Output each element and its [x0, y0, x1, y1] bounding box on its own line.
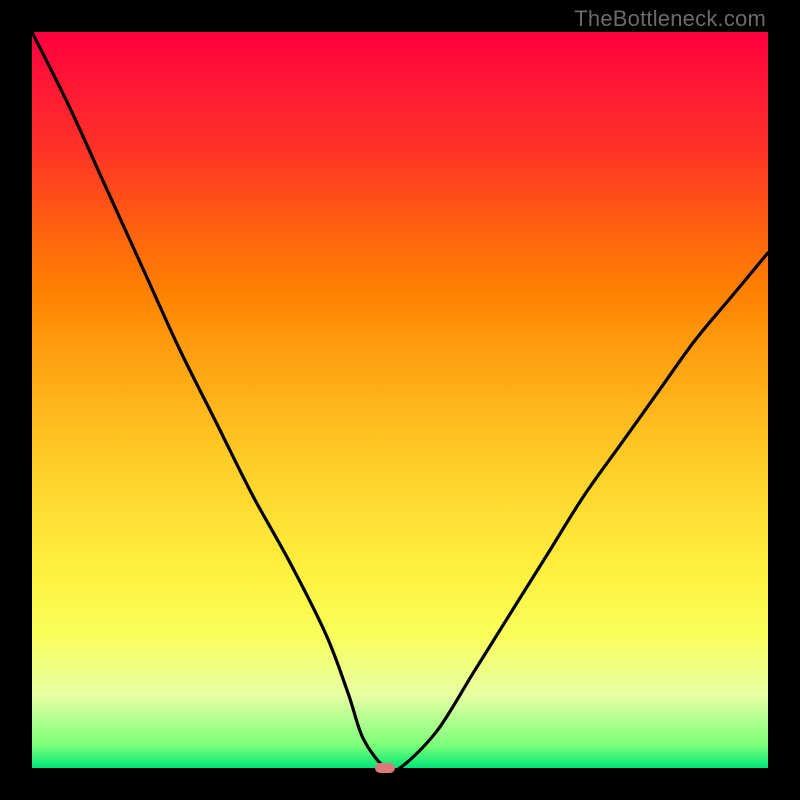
chart-frame: TheBottleneck.com — [0, 0, 800, 800]
bottleneck-curve — [32, 32, 768, 768]
curve-layer — [32, 32, 768, 768]
plot-area — [32, 32, 768, 768]
watermark-text: TheBottleneck.com — [574, 6, 766, 32]
optimum-marker — [375, 763, 395, 773]
